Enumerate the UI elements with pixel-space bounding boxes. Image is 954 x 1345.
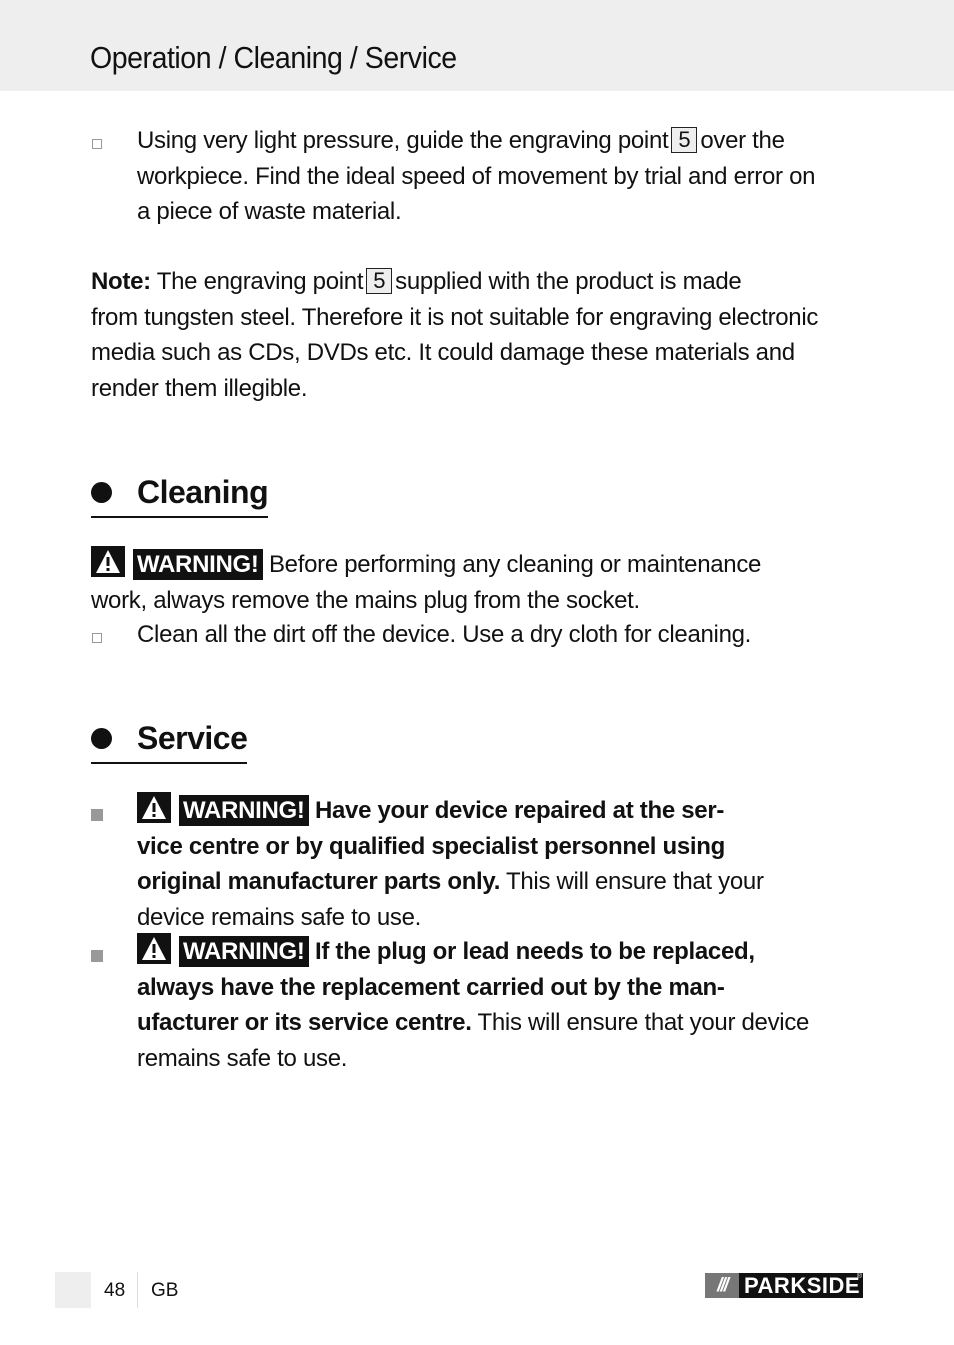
note-text: supplied with the product is made (395, 268, 742, 295)
cleaning-heading: Cleaning (91, 468, 269, 518)
ref-number: 5 (671, 127, 698, 153)
parkside-logo: /// PARKSIDE ® (705, 1273, 863, 1298)
note-text: media such as CDs, DVDs etc. It could da… (91, 339, 795, 366)
page-title: Operation / Cleaning / Service (90, 40, 457, 75)
warning-text: always have the replacement carried out … (137, 973, 725, 1001)
warning-text: original manufacturer parts only. (137, 868, 501, 895)
info-text: This will ensure that your (506, 868, 764, 895)
page-header: Operation / Cleaning / Service (0, 0, 954, 91)
cleaning-warning: WARNING! Before performing any cleaning … (91, 546, 881, 618)
warning-text: If the plug or lead needs to be replaced… (314, 938, 755, 965)
cleaning-step: Clean all the dirt off the device. Use a… (137, 621, 752, 648)
list-bullet-icon (91, 950, 103, 962)
service-item: WARNING! If the plug or lead needs to be… (137, 933, 877, 1076)
step-text: Using very light pressure, guide the eng… (137, 127, 669, 154)
operation-step: Using very light pressure, guide the eng… (137, 123, 877, 230)
warning-text: Have your device repaired at the ser- (314, 797, 725, 824)
service-heading: Service (91, 714, 248, 764)
registered-mark: ® (856, 1273, 862, 1280)
note-text: render them illegible. (91, 374, 308, 402)
ref-number: 5 (366, 268, 393, 294)
warning-text: vice centre or by qualified specialist p… (137, 832, 725, 860)
step-text: a piece of waste material. (137, 198, 402, 225)
warning-text: Before performing any cleaning or mainte… (268, 551, 762, 578)
page-number: 48 (104, 1280, 126, 1301)
section-title: Cleaning (137, 473, 269, 510)
brand-name: PARKSIDE (744, 1272, 861, 1298)
info-text: remains safe to use. (137, 1044, 348, 1072)
note-paragraph: Note: The engraving point 5 supplied with … (91, 264, 881, 406)
warning-triangle-icon (91, 546, 125, 577)
warning-label: WARNING! (179, 795, 309, 826)
warning-text: work, always remove the mains plug from … (91, 586, 640, 614)
info-text: This will ensure that your device (477, 1009, 810, 1036)
note-text: from tungsten steel. Therefore it is not… (91, 303, 819, 331)
warning-label: WARNING! (133, 549, 263, 580)
section-bullet-icon (91, 727, 112, 749)
warning-triangle-icon (137, 933, 171, 964)
language-code: GB (151, 1280, 179, 1301)
note-label: Note: (91, 268, 151, 295)
list-bullet-icon (91, 809, 103, 821)
note-text: The engraving point (156, 268, 364, 295)
service-item: WARNING! Have your device repaired at th… (137, 792, 877, 935)
section-title: Service (137, 719, 248, 756)
info-text: device remains safe to use. (137, 903, 422, 931)
warning-triangle-icon (137, 792, 171, 823)
step-text: workpiece. Find the ideal speed of movem… (137, 162, 816, 190)
warning-label: WARNING! (179, 936, 309, 967)
footer-tab-marker (55, 1272, 91, 1308)
footer-divider (137, 1272, 138, 1308)
warning-text: ufacturer or its service centre. (137, 1009, 472, 1036)
step-bullet-icon (92, 139, 102, 149)
logo-slashes-icon: /// (705, 1273, 739, 1298)
step-text: over the (700, 127, 785, 154)
section-bullet-icon (91, 481, 112, 503)
step-bullet-icon (92, 633, 102, 643)
